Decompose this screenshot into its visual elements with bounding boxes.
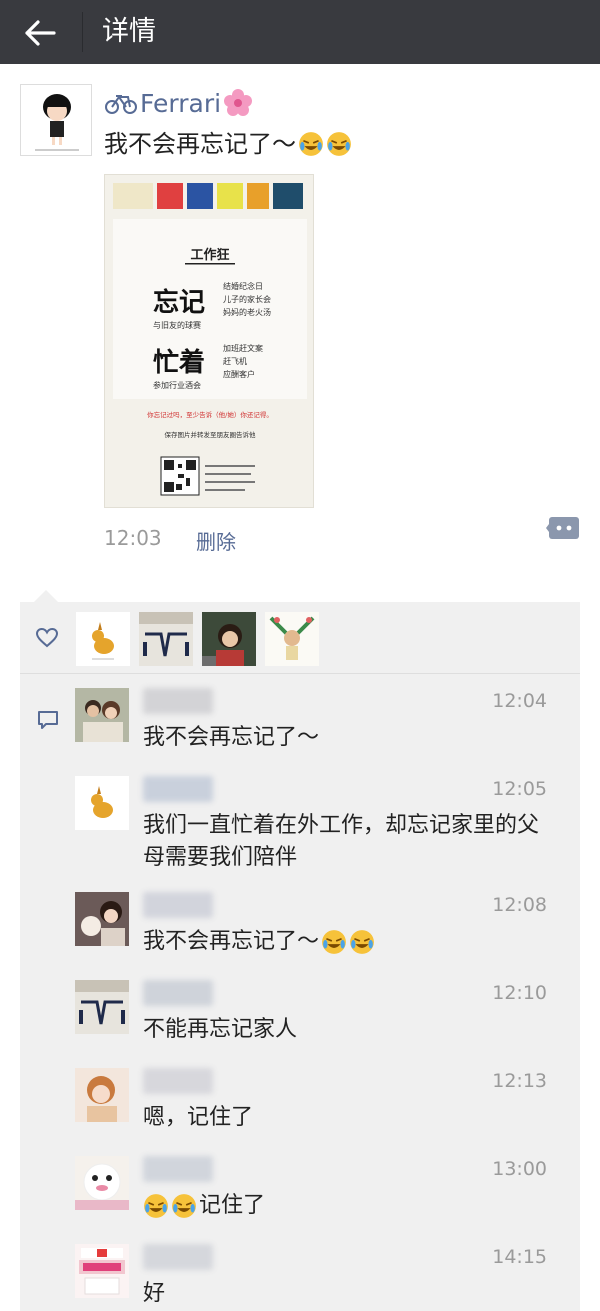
comment-text-content: 我们一直忙着在外工作，却忘记家里的父母需要我们陪伴 bbox=[143, 813, 540, 870]
crying-laugh-emoji-icon bbox=[327, 132, 351, 156]
crying-laugh-emoji-icon bbox=[322, 930, 346, 954]
poster-list-1-a: 结婚纪念日 bbox=[223, 281, 263, 291]
cartoon-girl-avatar-image bbox=[21, 85, 91, 155]
commenter-name-blurred[interactable] bbox=[143, 980, 213, 1006]
poster-heading: 工作狂 bbox=[190, 247, 229, 263]
post-text-content: 我不会再忘记了～ bbox=[104, 130, 296, 158]
comment-time: 12:08 bbox=[492, 894, 547, 916]
commenter-avatar[interactable] bbox=[75, 1068, 129, 1122]
comment-text[interactable]: 我不会再忘记了～ bbox=[143, 722, 553, 754]
page-title: 详情 bbox=[102, 16, 156, 47]
poster-graphic: 工作狂 忘记 与旧友的球赛 结婚纪念日 儿子的家长会 妈妈的老火汤 忙着 参加行… bbox=[105, 175, 313, 507]
comment-text[interactable]: 嗯，记住了 bbox=[143, 1102, 553, 1134]
poster-list-1-b: 儿子的家长会 bbox=[223, 294, 271, 304]
flower-icon bbox=[224, 89, 253, 116]
comment-time: 12:04 bbox=[492, 690, 547, 712]
comment-bubble-icon bbox=[546, 517, 579, 539]
comment-text-content: 嗯，记住了 bbox=[143, 1105, 254, 1130]
commenter-name-blurred[interactable] bbox=[143, 1156, 213, 1182]
poster-list-2-c: 应酬客户 bbox=[223, 369, 255, 379]
like-avatar[interactable] bbox=[76, 612, 130, 666]
comment-action-button[interactable] bbox=[546, 516, 580, 540]
poster-small-2: 参加行业酒会 bbox=[153, 380, 201, 390]
like-avatar[interactable] bbox=[265, 612, 319, 666]
bicycle-icon bbox=[105, 95, 137, 114]
comment-time: 14:15 bbox=[492, 1246, 547, 1268]
commenter-avatar[interactable] bbox=[75, 776, 129, 830]
post-time: 12:03 bbox=[104, 526, 162, 550]
comment-time: 12:13 bbox=[492, 1070, 547, 1092]
commenter-name-blurred[interactable] bbox=[143, 1068, 213, 1094]
poster-list-2-a: 加班赶文案 bbox=[223, 343, 263, 353]
poster-list-1-c: 妈妈的老火汤 bbox=[223, 307, 271, 317]
comment-text-content: 好 bbox=[143, 1281, 166, 1306]
poster-red-line: 你忘记过吗，至少告诉（他/她）你还记得。 bbox=[147, 410, 273, 419]
poster-small-1: 与旧友的球赛 bbox=[153, 320, 201, 330]
comment-text[interactable]: 不能再忘记家人 bbox=[143, 1014, 553, 1046]
crying-laugh-emoji-icon bbox=[299, 132, 323, 156]
author-name-text: Ferrari bbox=[140, 88, 222, 118]
commenter-avatar[interactable] bbox=[75, 1156, 129, 1210]
post-image[interactable]: 工作狂 忘记 与旧友的球赛 结婚纪念日 儿子的家长会 妈妈的老火汤 忙着 参加行… bbox=[104, 174, 314, 508]
title-bar: 详情 bbox=[0, 0, 600, 64]
commenter-avatar[interactable] bbox=[75, 892, 129, 946]
comment-text-content: 我不会再忘记了～ bbox=[143, 725, 320, 750]
crying-laugh-emoji-icon bbox=[350, 930, 374, 954]
crying-laugh-emoji-icon bbox=[172, 1194, 196, 1218]
comment-text[interactable]: 我们一直忙着在外工作，却忘记家里的父母需要我们陪伴 bbox=[143, 810, 553, 874]
commenter-name-blurred[interactable] bbox=[143, 688, 213, 714]
poster-cta: 保存图片并转发至朋友圈告诉他 bbox=[165, 430, 257, 439]
poster-big-2: 忙着 bbox=[153, 347, 205, 378]
comment-text-content: 记住了 bbox=[199, 1193, 266, 1218]
post-text: 我不会再忘记了～ bbox=[104, 126, 352, 162]
interactions-panel: 12:04 我不会再忘记了～ 12:05 我们一直忙着在外工作，却忘记家里的父母… bbox=[20, 602, 580, 1311]
commenter-name-blurred[interactable] bbox=[143, 1244, 213, 1270]
like-avatar[interactable] bbox=[202, 612, 256, 666]
commenter-avatar[interactable] bbox=[75, 688, 129, 742]
back-arrow-icon bbox=[25, 20, 56, 46]
comment-text[interactable]: 我不会再忘记了～ bbox=[143, 926, 553, 958]
commenter-name-blurred[interactable] bbox=[143, 776, 213, 802]
likes-row bbox=[20, 602, 580, 674]
comment-time: 12:10 bbox=[492, 982, 547, 1004]
comment-text-content: 不能再忘记家人 bbox=[143, 1017, 298, 1042]
comment-text-content: 我不会再忘记了～ bbox=[143, 929, 320, 954]
poster-big-1: 忘记 bbox=[153, 287, 205, 318]
comment-text[interactable]: 记住了 bbox=[143, 1190, 553, 1222]
author-name[interactable]: Ferrari bbox=[104, 86, 253, 120]
comment-time: 13:00 bbox=[492, 1158, 547, 1180]
comment-time: 12:05 bbox=[492, 778, 547, 800]
crying-laugh-emoji-icon bbox=[144, 1194, 168, 1218]
author-avatar[interactable] bbox=[20, 84, 92, 156]
poster-list-2-b: 赶飞机 bbox=[223, 356, 247, 366]
heart-icon bbox=[36, 628, 58, 648]
delete-link[interactable]: 删除 bbox=[196, 526, 236, 555]
commenter-name-blurred[interactable] bbox=[143, 892, 213, 918]
comment-icon bbox=[38, 711, 58, 729]
panel-pointer bbox=[34, 590, 58, 602]
commenter-avatar[interactable] bbox=[75, 980, 129, 1034]
title-divider bbox=[82, 12, 83, 52]
commenter-avatar[interactable] bbox=[75, 1244, 129, 1298]
back-button[interactable] bbox=[18, 10, 64, 54]
like-avatar[interactable] bbox=[139, 612, 193, 666]
comment-text[interactable]: 好 bbox=[143, 1278, 553, 1310]
